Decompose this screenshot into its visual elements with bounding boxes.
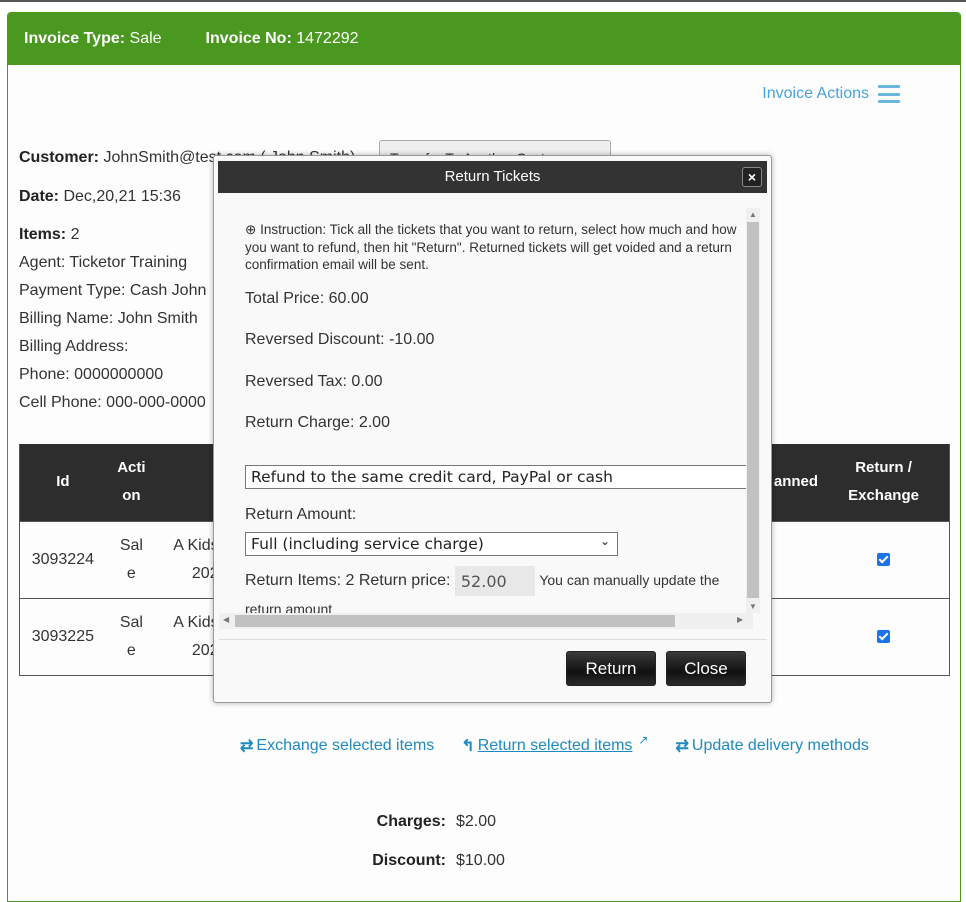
discount-row: Discount: $10.00 [372, 852, 505, 869]
invoice-number: Invoice No: 1472292 [205, 30, 359, 47]
reply-arrow-icon: ↰ [461, 738, 475, 755]
row-id: 3093225 [18, 597, 106, 676]
swap-arrows-icon: ⇄ [240, 738, 254, 755]
date-line: Date: Dec,20,21 15:36 [19, 188, 181, 205]
row-action: Sal e [105, 597, 158, 676]
row-event: A Kids 202 [157, 520, 219, 599]
billing-name-line: Billing Name: John Smith [19, 310, 198, 327]
invoice-header: Invoice Type: Sale Invoice No: 1472292 [8, 13, 960, 65]
dialog-body: ⊕ Instruction: Tick all the tickets that… [219, 204, 767, 630]
return-amount-select[interactable]: Full (including service charge) ⌄ [245, 532, 618, 556]
billing-address-line: Billing Address: [19, 338, 129, 355]
col-id: Id [18, 444, 106, 521]
col-return-exchange: Return / Exchange [818, 444, 951, 521]
cell-phone-line: Cell Phone: 000-000-0000 [19, 394, 206, 411]
return-button[interactable]: Return [566, 651, 656, 686]
return-price-row: Return Items: 2 Return price: You can ma… [245, 566, 750, 596]
invoice-actions-button[interactable]: Invoice Actions [762, 85, 900, 103]
swap-arrows-icon: ⇄ [675, 738, 689, 755]
reversed-tax: Reversed Tax: 0.00 [245, 373, 383, 390]
invoice-type: Invoice Type: Sale [24, 30, 162, 47]
return-selected-link[interactable]: ↰ Return selected items ↗ [461, 733, 649, 756]
update-delivery-link[interactable]: ⇄ Update delivery methods [675, 736, 868, 756]
return-amount-label: Return Amount: [245, 506, 357, 523]
col-event [157, 444, 219, 521]
payment-type-line: Payment Type: Cash John [19, 282, 207, 299]
return-price-input[interactable] [454, 566, 535, 596]
vertical-scrollbar[interactable]: ▲ ▼ [746, 208, 760, 613]
close-icon[interactable]: × [742, 167, 762, 187]
dialog-footer: Return Close [219, 639, 767, 686]
chevron-down-icon: ⌄ [599, 534, 610, 548]
return-tickets-dialog: Return Tickets × ⊕ Instruction: Tick all… [213, 155, 772, 703]
charges-row: Charges: $2.00 [376, 813, 497, 830]
horizontal-scrollbar[interactable]: ◀ ▶ [219, 613, 753, 629]
return-checkbox[interactable] [877, 629, 891, 643]
refund-method-select[interactable]: Refund to the same credit card, PayPal o… [245, 465, 755, 489]
col-action: Acti on [105, 444, 158, 521]
row-id: 3093224 [18, 520, 106, 599]
agent-line: Agent: Ticketor Training [19, 254, 188, 271]
exchange-selected-link[interactable]: ⇄ Exchange selected items [240, 736, 434, 756]
phone-line: Phone: 0000000000 [19, 366, 164, 383]
items-line: Items: 2 [19, 226, 80, 243]
dialog-title: Return Tickets × [218, 161, 767, 193]
close-button[interactable]: Close [666, 651, 746, 686]
reversed-discount: Reversed Discount: -10.00 [245, 331, 435, 348]
external-link-icon: ↗ [638, 733, 649, 747]
total-price: Total Price: 60.00 [245, 290, 369, 307]
item-actions: ⇄ Exchange selected items ↰ Return selecte… [240, 733, 896, 756]
return-charge: Return Charge: 2.00 [245, 414, 390, 431]
return-checkbox[interactable] [877, 552, 891, 566]
instruction-text: ⊕ Instruction: Tick all the tickets that… [245, 222, 737, 272]
lifebuoy-icon: ⊕ [245, 222, 257, 237]
hamburger-menu-icon [878, 85, 900, 103]
row-event: A Kids 202 [157, 597, 219, 676]
row-action: Sal e [105, 520, 158, 599]
